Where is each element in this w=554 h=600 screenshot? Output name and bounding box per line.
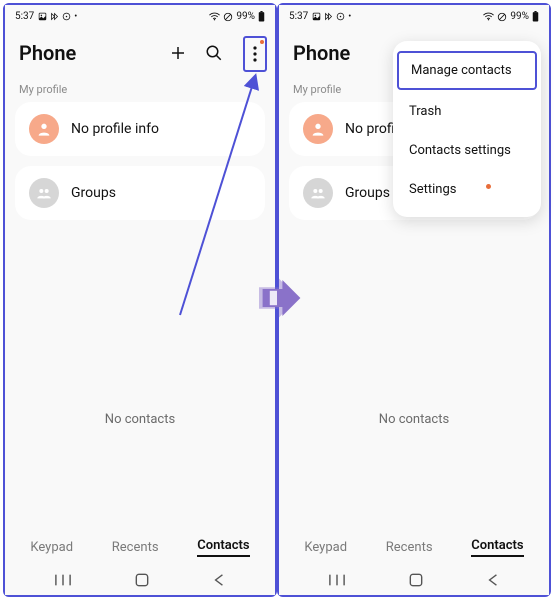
home-nav-icon[interactable]: [409, 573, 423, 587]
status-left-icons: •: [312, 12, 351, 22]
status-time: 5:37: [289, 11, 308, 22]
empty-state: No contacts: [279, 230, 549, 528]
person-icon: [29, 114, 59, 144]
status-left-icons: •: [38, 12, 77, 22]
empty-state: No contacts: [5, 230, 275, 528]
profile-label: No profile info: [71, 121, 159, 137]
battery-percent: 99%: [236, 11, 255, 22]
status-time: 5:37: [15, 11, 34, 22]
system-navbar: [5, 563, 275, 595]
app-header: Phone: [5, 25, 275, 77]
back-nav-icon[interactable]: [213, 573, 225, 587]
tab-contacts[interactable]: Contacts: [471, 538, 523, 557]
menu-contacts-settings[interactable]: Contacts settings: [393, 131, 541, 170]
menu-manage-contacts[interactable]: Manage contacts: [397, 51, 537, 90]
menu-settings[interactable]: Settings: [393, 170, 541, 209]
profile-row[interactable]: No profile info: [15, 102, 265, 156]
group-icon: [303, 178, 333, 208]
notification-dot-icon: [260, 40, 264, 44]
back-nav-icon[interactable]: [487, 573, 499, 587]
bottom-tabs: Keypad Recents Contacts: [5, 528, 275, 563]
page-title: Phone: [293, 41, 350, 65]
groups-label: Groups: [71, 185, 116, 201]
status-bar: 5:37 • 99%: [5, 5, 275, 25]
wifi-icon: [209, 12, 220, 21]
bottom-tabs: Keypad Recents Contacts: [279, 528, 549, 563]
menu-trash[interactable]: Trash: [393, 92, 541, 131]
battery-icon: [532, 11, 539, 22]
transition-arrow-icon: [250, 271, 304, 329]
menu-settings-label: Settings: [409, 182, 456, 197]
battery-icon: [258, 11, 265, 22]
tab-keypad[interactable]: Keypad: [304, 540, 347, 555]
recents-nav-icon[interactable]: [329, 573, 345, 587]
status-bar: 5:37 • 99%: [279, 5, 549, 25]
person-icon: [303, 114, 333, 144]
phone-screen-left: 5:37 • 99% Phone: [5, 5, 275, 595]
group-icon: [29, 178, 59, 208]
groups-row[interactable]: Groups: [15, 166, 265, 220]
tab-keypad[interactable]: Keypad: [30, 540, 73, 555]
tab-recents[interactable]: Recents: [386, 540, 433, 555]
add-button[interactable]: [167, 42, 189, 64]
groups-label: Groups: [345, 185, 390, 201]
tab-contacts[interactable]: Contacts: [197, 538, 249, 557]
battery-percent: 99%: [510, 11, 529, 22]
tab-recents[interactable]: Recents: [112, 540, 159, 555]
no-signal-icon: [497, 12, 507, 22]
phone-screen-right: 5:37 • 99% Phone My profile: [279, 5, 549, 595]
more-button[interactable]: [239, 42, 261, 64]
section-my-profile: My profile: [5, 77, 275, 102]
search-button[interactable]: [203, 42, 225, 64]
home-nav-icon[interactable]: [135, 573, 149, 587]
page-title: Phone: [19, 41, 76, 65]
notification-dot-icon: [486, 184, 491, 189]
system-navbar: [279, 563, 549, 595]
no-signal-icon: [223, 12, 233, 22]
wifi-icon: [483, 12, 494, 21]
more-menu: Manage contacts Trash Contacts settings …: [393, 41, 541, 217]
recents-nav-icon[interactable]: [55, 573, 71, 587]
